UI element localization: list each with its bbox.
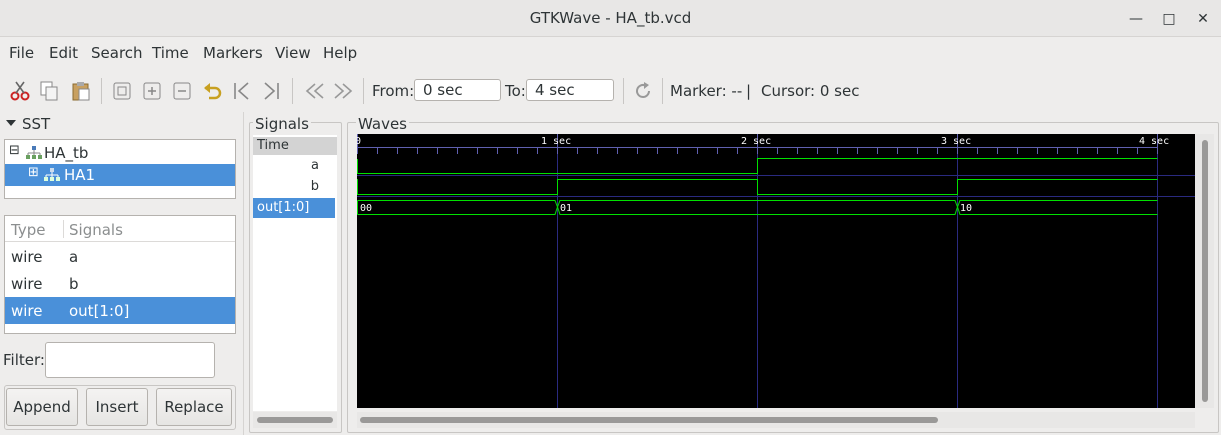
toolbar: From: 0 sec To: 4 sec Marker: -- | Curso… [0, 68, 1221, 112]
copy-icon[interactable] [38, 80, 60, 102]
module-icon [44, 168, 60, 181]
from-label: From: [372, 82, 415, 100]
signal-names-pane: Time a b out[1:0] [253, 135, 337, 411]
waveform-b [357, 179, 1158, 195]
signal-name: a [69, 248, 79, 266]
signals-label: Signals [253, 115, 311, 133]
window-title: GTKWave - HA_tb.vcd [529, 9, 692, 27]
signal-row-a[interactable]: wire a [5, 243, 235, 270]
waveform-canvas[interactable]: 0 1 sec 2 sec 3 sec 4 sec 00 01 10 [357, 134, 1195, 408]
menu-search[interactable]: Search [91, 44, 143, 62]
maximize-button[interactable]: □ [1158, 8, 1180, 30]
zoom-in-icon[interactable] [141, 80, 163, 102]
module-icon [26, 146, 42, 159]
bus-value-label: 00 [360, 203, 372, 214]
reload-icon[interactable] [632, 80, 654, 102]
signal-list-header: Type Signals [5, 216, 235, 242]
status-divider: | [746, 82, 752, 100]
zoom-to-start-icon[interactable] [231, 80, 253, 102]
separator [623, 78, 624, 104]
signal-type: wire [11, 275, 43, 293]
signal-type: wire [11, 248, 43, 266]
zoom-to-end-icon[interactable] [260, 80, 282, 102]
tree-item-label: HA1 [64, 166, 96, 184]
signal-row-out[interactable]: wire out[1:0] [5, 297, 235, 324]
marker-status: Marker: -- [670, 82, 743, 100]
filter-label: Filter: [3, 351, 45, 369]
cursor-status: Cursor: 0 sec [761, 82, 860, 100]
paste-icon[interactable] [70, 80, 92, 102]
sst-tree: ⊟ HA_tb ⊞ HA1 [4, 139, 236, 199]
waves-vertical-scrollbar[interactable] [1195, 134, 1214, 408]
undo-zoom-icon[interactable] [201, 80, 223, 102]
tick-label-0: 0 [357, 136, 361, 147]
signal-name: b [69, 275, 79, 293]
signal-name-a[interactable]: a [253, 156, 335, 176]
tick-label-3: 3 sec [941, 136, 971, 147]
column-signals[interactable]: Signals [69, 221, 123, 239]
close-button[interactable]: ✕ [1192, 8, 1214, 30]
waves-horizontal-scrollbar[interactable] [357, 412, 1195, 428]
signal-type: wire [11, 302, 43, 320]
tree-item-ha1[interactable]: ⊞ HA1 [5, 164, 235, 186]
append-button[interactable]: Append [6, 388, 78, 426]
signals-scrollbar[interactable] [253, 412, 337, 428]
sst-expander-icon[interactable] [6, 118, 16, 128]
zoom-out-icon[interactable] [171, 80, 193, 102]
scrollbar-thumb[interactable] [360, 417, 938, 423]
waves-label: Waves [356, 115, 409, 133]
menu-view[interactable]: View [275, 44, 311, 62]
menu-edit[interactable]: Edit [49, 44, 78, 62]
menu-time[interactable]: Time [152, 44, 189, 62]
zoom-fit-icon[interactable] [111, 80, 133, 102]
signal-name: out[1:0] [69, 302, 130, 320]
tree-item-ha-tb[interactable]: ⊟ HA_tb [5, 142, 235, 164]
replace-button[interactable]: Replace [156, 388, 232, 426]
signal-name-out[interactable]: out[1:0] [253, 198, 335, 218]
cut-icon[interactable] [9, 80, 31, 102]
column-type[interactable]: Type [11, 221, 45, 239]
collapse-icon[interactable]: ⊟ [9, 143, 20, 158]
insert-button[interactable]: Insert [86, 388, 148, 426]
pane-divider[interactable] [243, 112, 244, 435]
menu-bar: File Edit Search Time Markers View Help [0, 37, 1221, 68]
waveform-a [357, 158, 1158, 174]
signal-name-b[interactable]: b [253, 177, 335, 197]
menu-help[interactable]: Help [323, 44, 357, 62]
column-divider [63, 220, 64, 238]
tick-label-4: 4 sec [1139, 136, 1169, 147]
title-bar: GTKWave - HA_tb.vcd — □ ✕ [0, 0, 1221, 37]
sst-label: SST [22, 115, 51, 133]
bus-value-label: 01 [560, 203, 572, 214]
menu-file[interactable]: File [9, 44, 34, 62]
to-field[interactable]: 4 sec [526, 79, 614, 101]
signal-row-b[interactable]: wire b [5, 270, 235, 297]
find-previous-edge-icon[interactable] [303, 80, 325, 102]
tick-label-2: 2 sec [741, 136, 771, 147]
filter-input[interactable] [45, 342, 215, 378]
separator [662, 78, 663, 104]
scrollbar-thumb[interactable] [1202, 140, 1208, 402]
scrollbar-thumb[interactable] [257, 417, 333, 423]
expand-icon[interactable]: ⊞ [28, 165, 39, 180]
to-label: To: [505, 82, 526, 100]
find-next-edge-icon[interactable] [333, 80, 355, 102]
menu-markers[interactable]: Markers [203, 44, 263, 62]
separator [292, 78, 293, 104]
from-field[interactable]: 0 sec [414, 79, 501, 101]
tick-label-1: 1 sec [541, 136, 571, 147]
separator [101, 78, 102, 104]
tree-item-label: HA_tb [44, 144, 89, 162]
bus-value-label: 10 [960, 203, 972, 214]
minimize-button[interactable]: — [1125, 8, 1147, 30]
time-header: Time [253, 137, 337, 155]
signal-list: Type Signals wire a wire b wire out[1:0] [4, 215, 236, 334]
separator [363, 78, 364, 104]
